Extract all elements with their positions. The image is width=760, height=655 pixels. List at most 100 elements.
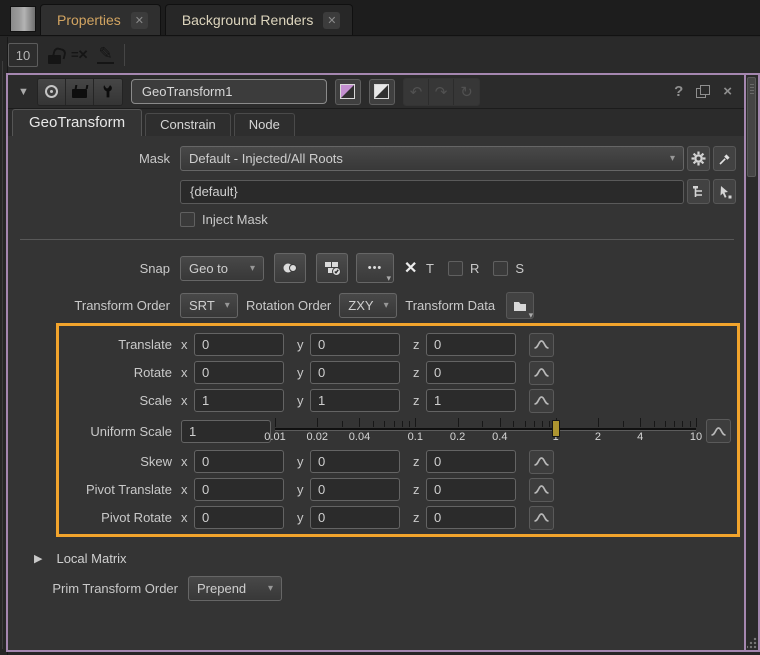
tab-geotransform[interactable]: GeoTransform [12, 109, 142, 136]
pivot-translate-x-field[interactable]: 0 [194, 478, 284, 501]
pivot-translate-curve-button[interactable] [529, 478, 554, 502]
axis-x-label: x [181, 365, 190, 380]
transform-data-button[interactable]: ▾ [506, 292, 534, 319]
properties-pane: ▼ GeoTransform1 ↶ ↷ ↻ ? [6, 73, 760, 652]
clear-expression-icon[interactable]: =✕ [71, 47, 87, 63]
prim-transform-order-dropdown[interactable]: Prepend ▾ [188, 576, 282, 601]
translate-x-field[interactable]: 0 [194, 333, 284, 356]
tab-constrain[interactable]: Constrain [145, 113, 231, 136]
rotate-y-field[interactable]: 0 [310, 361, 400, 384]
pivot-rotate-x-field[interactable]: 0 [194, 506, 284, 529]
skew-curve-button[interactable] [529, 450, 554, 474]
skew-y-field[interactable]: 0 [310, 450, 400, 473]
tab-properties[interactable]: Properties ✕ [40, 4, 161, 35]
local-matrix-toggle[interactable]: ▶ Local Matrix [34, 551, 744, 566]
tab-node[interactable]: Node [234, 113, 295, 136]
recent-nodes-count-field[interactable]: 10 [8, 43, 38, 67]
mask-eyedropper-button[interactable] [713, 146, 736, 171]
slider-tick-label: 0.02 [307, 431, 328, 443]
pick-locations-button[interactable] [713, 179, 736, 204]
snap-geometry-button[interactable] [274, 253, 306, 283]
snap-r-checkbox[interactable] [448, 261, 463, 276]
white-swatch-icon [374, 84, 389, 99]
resize-grip[interactable] [747, 637, 757, 649]
uniform-scale-slider-handle[interactable] [552, 420, 560, 437]
snap-t-checkbox[interactable] [404, 261, 419, 276]
scenegraph-browse-button[interactable] [687, 179, 710, 204]
chevron-down-icon: ▾ [225, 300, 230, 311]
uniform-scale-curve-button[interactable] [706, 419, 731, 443]
mask-value-field[interactable]: {default} [180, 180, 684, 204]
uniform-scale-label: Uniform Scale [59, 424, 181, 439]
transform-order-dropdown[interactable]: SRT ▾ [180, 293, 238, 318]
axis-y-label: y [297, 393, 306, 408]
translate-z-field[interactable]: 0 [426, 333, 516, 356]
node-tab-bar: GeoTransform Constrain Node [8, 109, 744, 136]
undo-icon[interactable]: ↶ [404, 79, 429, 105]
rotate-curve-button[interactable] [529, 361, 554, 385]
lock-icon[interactable] [48, 55, 61, 64]
inject-mask-checkbox[interactable] [180, 212, 195, 227]
section-divider [20, 239, 734, 240]
snap-r-label: R [470, 261, 479, 276]
pane-scrollbar[interactable] [746, 75, 758, 650]
pivot-translate-y-field[interactable]: 0 [310, 478, 400, 501]
skew-z-field[interactable]: 0 [426, 450, 516, 473]
wrench-button[interactable] [94, 79, 122, 105]
mask-options-button[interactable] [687, 146, 710, 171]
edit-pencil-icon[interactable]: ✎ [97, 46, 113, 64]
close-icon[interactable]: ✕ [131, 12, 148, 29]
snap-mode-dropdown[interactable]: Geo to ▾ [180, 256, 264, 281]
scale-curve-button[interactable] [529, 389, 554, 413]
cubes-check-icon [324, 261, 341, 276]
snap-more-button[interactable]: ••• ▾ [356, 253, 394, 283]
hierarchy-tree-icon [692, 185, 706, 199]
node-name-field[interactable]: GeoTransform1 [131, 79, 327, 104]
skew-x-field[interactable]: 0 [194, 450, 284, 473]
uniform-scale-field[interactable]: 1 [181, 420, 271, 443]
close-icon[interactable]: ✕ [323, 12, 340, 29]
pivot-translate-z-field[interactable]: 0 [426, 478, 516, 501]
pivot-rotate-row: Pivot Rotate x 0 y 0 z 0 [59, 505, 731, 530]
inject-mask-label: Inject Mask [202, 212, 268, 227]
uniform-scale-slider[interactable]: 0.010.020.040.10.20.412410 [275, 416, 696, 446]
snap-t-label: T [426, 261, 434, 276]
collapse-node-icon[interactable]: ▼ [18, 86, 29, 98]
scale-x-field[interactable]: 1 [194, 389, 284, 412]
tab-background-renders[interactable]: Background Renders ✕ [165, 4, 354, 35]
pivot-rotate-z-field[interactable]: 0 [426, 506, 516, 529]
scale-z-field[interactable]: 1 [426, 389, 516, 412]
slider-major-tick [640, 418, 641, 427]
slider-minor-tick [409, 421, 410, 427]
reset-icon[interactable]: ↻ [454, 79, 479, 105]
gear-icon [691, 151, 706, 166]
edit-flag-button[interactable] [38, 79, 66, 105]
chevron-down-icon: ▾ [250, 263, 255, 274]
pivot-rotate-curve-button[interactable] [529, 506, 554, 530]
translate-y-field[interactable]: 0 [310, 333, 400, 356]
view-flag-button[interactable] [66, 79, 94, 105]
chevron-down-icon: ▾ [670, 153, 675, 164]
mask-dropdown[interactable]: Default - Injected/All Roots ▾ [180, 146, 684, 171]
help-icon[interactable]: ? [670, 83, 687, 100]
snap-components-button[interactable] [316, 253, 348, 283]
white-swatch-button[interactable] [369, 79, 395, 105]
float-window-icon[interactable] [695, 84, 711, 99]
purple-swatch-button[interactable] [335, 79, 361, 105]
scrollbar-thumb[interactable] [747, 77, 756, 177]
rotate-x-field[interactable]: 0 [194, 361, 284, 384]
rotate-z-field[interactable]: 0 [426, 361, 516, 384]
axis-z-label: z [413, 454, 422, 469]
slider-tick-label: 4 [637, 431, 643, 443]
redo-icon[interactable]: ↷ [429, 79, 454, 105]
snap-s-checkbox[interactable] [493, 261, 508, 276]
pivot-rotate-y-field[interactable]: 0 [310, 506, 400, 529]
local-matrix-label: Local Matrix [56, 551, 126, 566]
slider-minor-tick [674, 421, 675, 427]
close-node-icon[interactable]: × [719, 83, 736, 100]
scale-y-field[interactable]: 1 [310, 389, 400, 412]
rotation-order-dropdown[interactable]: ZXY ▾ [339, 293, 397, 318]
slider-tick-label: 0.2 [450, 431, 465, 443]
translate-curve-button[interactable] [529, 333, 554, 357]
pane-type-icon[interactable] [10, 6, 36, 32]
